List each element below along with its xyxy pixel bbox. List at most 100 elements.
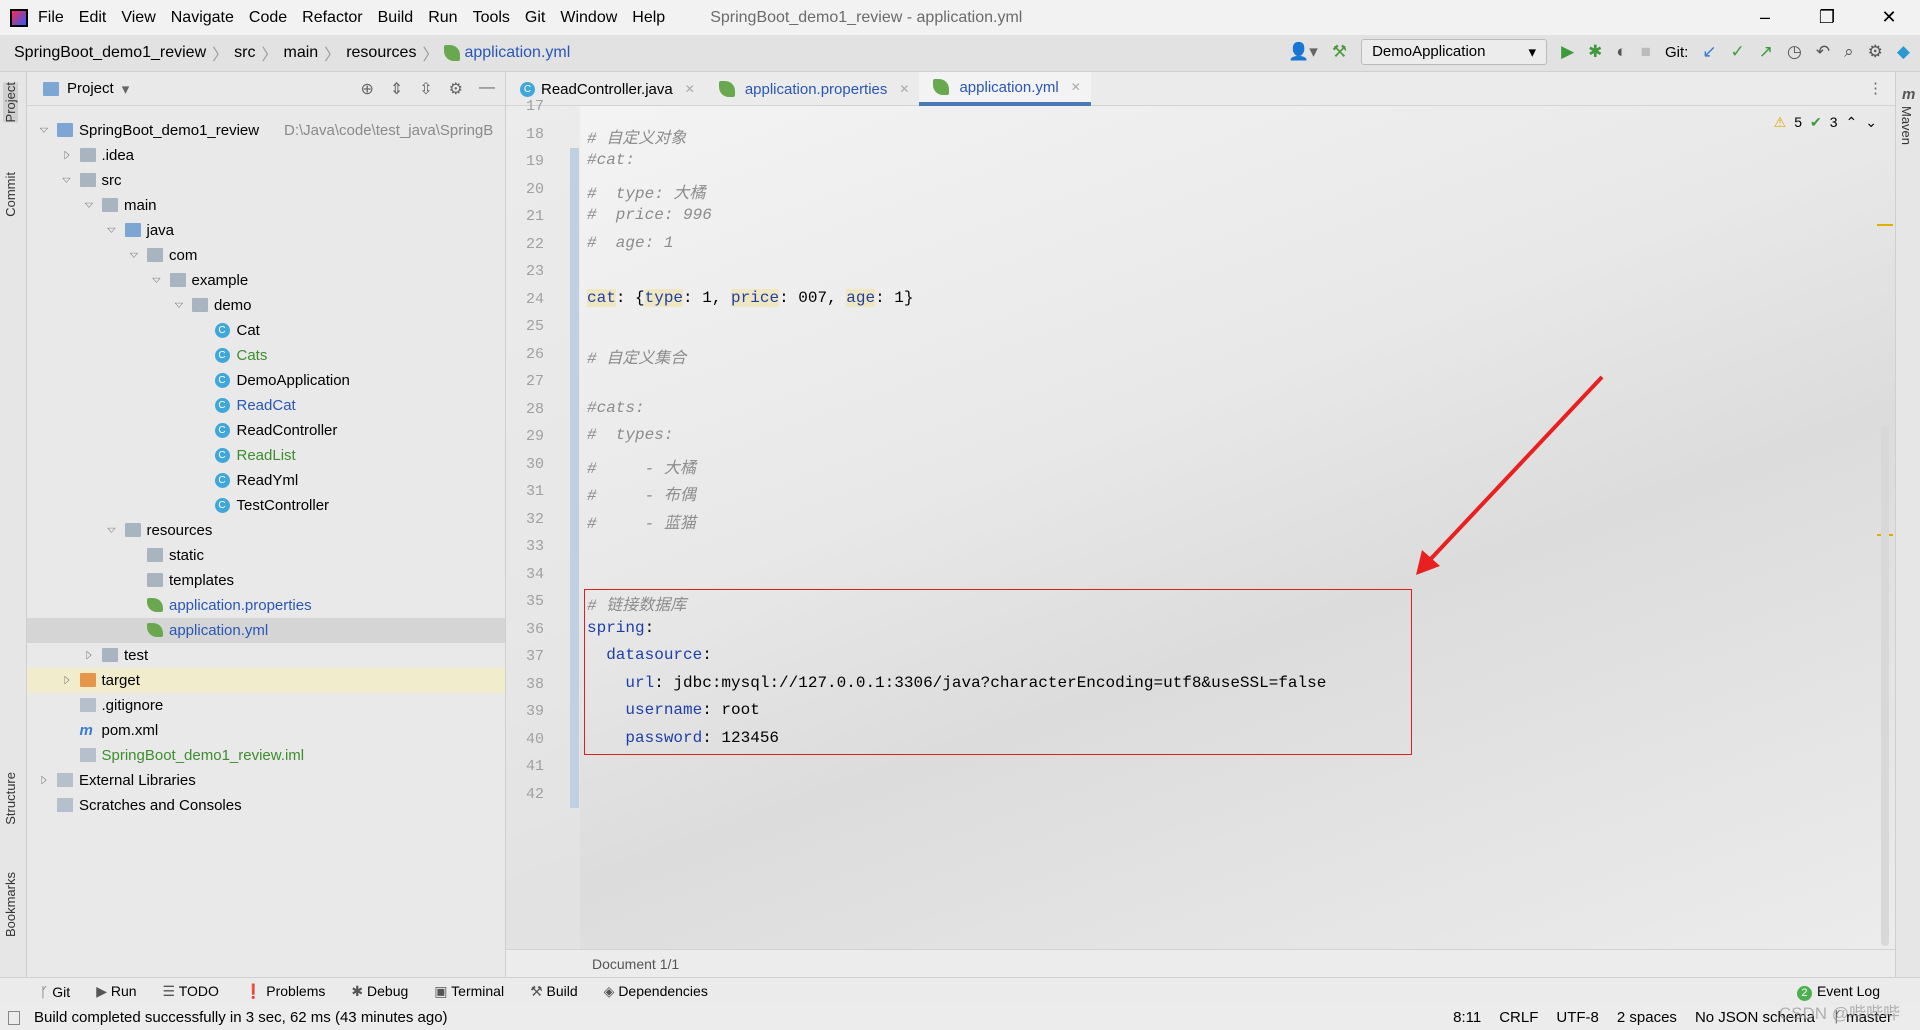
menu-window[interactable]: Window bbox=[560, 9, 617, 27]
menu-view[interactable]: View bbox=[121, 9, 155, 27]
close-tab-icon[interactable]: ✕ bbox=[899, 82, 909, 96]
breadcrumb-main[interactable]: main bbox=[283, 44, 318, 62]
menu-navigate[interactable]: Navigate bbox=[171, 9, 234, 27]
tree-item[interactable]: m pom.xml bbox=[27, 718, 505, 743]
tree-item[interactable]: C Cats bbox=[27, 343, 505, 368]
collapse-all-icon[interactable]: ⇳ bbox=[419, 79, 432, 99]
tool-window-todo[interactable]: ☰ TODO bbox=[163, 983, 219, 1000]
chevron-down-icon[interactable]: ▽ bbox=[105, 223, 119, 238]
tree-item[interactable]: Scratches and Consoles bbox=[27, 793, 505, 818]
tree-item[interactable]: templates bbox=[27, 568, 505, 593]
tree-item[interactable]: C ReadYml bbox=[27, 468, 505, 493]
chevron-right-icon[interactable]: ▷ bbox=[62, 668, 70, 693]
tree-item[interactable]: ▷ .idea bbox=[27, 143, 505, 168]
tree-item[interactable]: C Cat bbox=[27, 318, 505, 343]
tree-item[interactable]: ▽ src bbox=[27, 168, 505, 193]
tree-item[interactable]: ▷ External Libraries bbox=[27, 768, 505, 793]
editor-scrollbar[interactable] bbox=[1881, 426, 1889, 946]
tree-item[interactable]: ▽ example bbox=[27, 268, 505, 293]
close-tab-icon[interactable]: ✕ bbox=[685, 82, 695, 96]
settings-gear-icon[interactable]: ⚙ bbox=[1868, 42, 1883, 62]
debug-icon[interactable]: ✱ bbox=[1588, 42, 1602, 62]
tree-item[interactable]: ▽ resources bbox=[27, 518, 505, 543]
run-icon[interactable]: ▶ bbox=[1561, 42, 1574, 62]
event-log-button[interactable]: 2 Event Log bbox=[1796, 983, 1880, 1001]
menu-run[interactable]: Run bbox=[428, 9, 457, 27]
tree-item[interactable]: ▽ demo bbox=[27, 293, 505, 318]
tree-item[interactable]: C TestController bbox=[27, 493, 505, 518]
code-line[interactable]: #cats: bbox=[587, 399, 645, 417]
tool-maven[interactable]: Maven bbox=[1899, 106, 1914, 145]
code-line[interactable]: # price: 996 bbox=[587, 206, 712, 224]
code-line[interactable]: # - 蓝猫 bbox=[587, 509, 696, 533]
close-button[interactable]: ✕ bbox=[1858, 0, 1920, 35]
code-line[interactable]: # type: 大橘 bbox=[587, 179, 705, 203]
caret-position[interactable]: 8:11 bbox=[1453, 1009, 1481, 1026]
prev-highlight-icon[interactable]: ⌃ bbox=[1846, 114, 1858, 131]
next-highlight-icon[interactable]: ⌄ bbox=[1865, 114, 1877, 131]
tree-item[interactable]: ▽ main bbox=[27, 193, 505, 218]
chevron-down-icon[interactable]: ▽ bbox=[60, 173, 74, 188]
tree-item[interactable]: C DemoApplication bbox=[27, 368, 505, 393]
breadcrumb-project[interactable]: SpringBoot_demo1_review bbox=[14, 44, 206, 62]
chevron-down-icon[interactable]: ▽ bbox=[172, 298, 186, 313]
close-tab-icon[interactable]: ✕ bbox=[1071, 80, 1081, 94]
breadcrumb-src[interactable]: src bbox=[234, 44, 255, 62]
tab-application-properties[interactable]: application.properties ✕ bbox=[705, 72, 920, 106]
tree-item[interactable]: application.properties bbox=[27, 593, 505, 618]
tab-actions-icon[interactable]: ⋮ bbox=[1868, 72, 1883, 105]
chevron-right-icon[interactable]: ▷ bbox=[62, 143, 70, 168]
code-line[interactable]: #cat: bbox=[587, 151, 635, 169]
menu-edit[interactable]: Edit bbox=[79, 9, 107, 27]
code-editor[interactable]: 17 18 19 20 21 22 23 24 25 26 27 28 29 30 31 32 33 34 35 36… bbox=[506, 98, 1895, 949]
code-line[interactable]: # age: 1 bbox=[587, 234, 673, 252]
menu-build[interactable]: Build bbox=[378, 9, 414, 27]
chevron-right-icon[interactable]: ▷ bbox=[85, 643, 93, 668]
code-line[interactable]: # types: bbox=[587, 426, 673, 444]
stop-icon[interactable]: ■ bbox=[1641, 42, 1651, 62]
tree-item[interactable]: C ReadController bbox=[27, 418, 505, 443]
tool-bookmarks[interactable]: Bookmarks bbox=[3, 872, 18, 937]
menu-file[interactable]: File bbox=[38, 9, 64, 27]
locate-icon[interactable]: ⊕ bbox=[360, 79, 373, 99]
tool-commit[interactable]: Commit bbox=[3, 172, 18, 217]
status-toggle-icon[interactable] bbox=[8, 1010, 20, 1025]
tree-item[interactable]: ▽ com bbox=[27, 243, 505, 268]
maven-icon[interactable]: m bbox=[1902, 86, 1915, 103]
menu-tools[interactable]: Tools bbox=[473, 9, 510, 27]
search-icon[interactable]: ⌕ bbox=[1844, 42, 1854, 62]
expand-all-icon[interactable]: ⇕ bbox=[390, 79, 403, 99]
tree-item[interactable]: C ReadList bbox=[27, 443, 505, 468]
tool-window-run[interactable]: ▶ Run bbox=[96, 983, 136, 1000]
menu-git[interactable]: Git bbox=[525, 9, 545, 27]
tab-application-yml[interactable]: application.yml ✕ bbox=[919, 72, 1091, 106]
chevron-down-icon[interactable]: ▽ bbox=[127, 248, 141, 263]
history-icon[interactable]: ◷ bbox=[1787, 42, 1802, 62]
tool-window-git[interactable]: ᚴ Git bbox=[40, 984, 70, 1000]
tool-window-build[interactable]: ⚒ Build bbox=[530, 983, 578, 1000]
panel-settings-icon[interactable]: ⚙ bbox=[449, 79, 463, 99]
git-update-icon[interactable]: ↙ bbox=[1702, 42, 1716, 62]
code-line[interactable]: # - 布偶 bbox=[587, 481, 696, 505]
run-config-dropdown[interactable]: DemoApplication ▾ bbox=[1361, 39, 1548, 65]
code-line[interactable]: # - 大橘 bbox=[587, 454, 696, 478]
chevron-down-icon[interactable]: ▽ bbox=[37, 123, 51, 138]
chevron-right-icon[interactable]: ▷ bbox=[40, 768, 48, 793]
status-message[interactable]: Build completed successfully in 3 sec, 6… bbox=[34, 1009, 448, 1026]
chevron-down-icon[interactable]: ▽ bbox=[150, 273, 164, 288]
hide-panel-icon[interactable]: — bbox=[479, 79, 495, 99]
git-commit-icon[interactable]: ✓ bbox=[1731, 42, 1745, 62]
tree-item[interactable]: static bbox=[27, 543, 505, 568]
chevron-down-icon[interactable]: ▽ bbox=[82, 198, 96, 213]
git-push-icon[interactable]: ↗ bbox=[1759, 42, 1773, 62]
tree-item[interactable]: .gitignore bbox=[27, 693, 505, 718]
breadcrumb-resources[interactable]: resources bbox=[346, 44, 416, 62]
tree-item[interactable]: SpringBoot_demo1_review.iml bbox=[27, 743, 505, 768]
chevron-down-icon[interactable]: ▽ bbox=[105, 523, 119, 538]
tree-item[interactable]: ▷ test bbox=[27, 643, 505, 668]
tree-item[interactable]: application.yml bbox=[27, 618, 505, 643]
menu-help[interactable]: Help bbox=[632, 9, 665, 27]
indent-setting[interactable]: 2 spaces bbox=[1617, 1009, 1677, 1026]
user-icon[interactable]: 👤▾ bbox=[1288, 42, 1318, 62]
code-line[interactable]: # 自定义对象 bbox=[587, 124, 686, 148]
